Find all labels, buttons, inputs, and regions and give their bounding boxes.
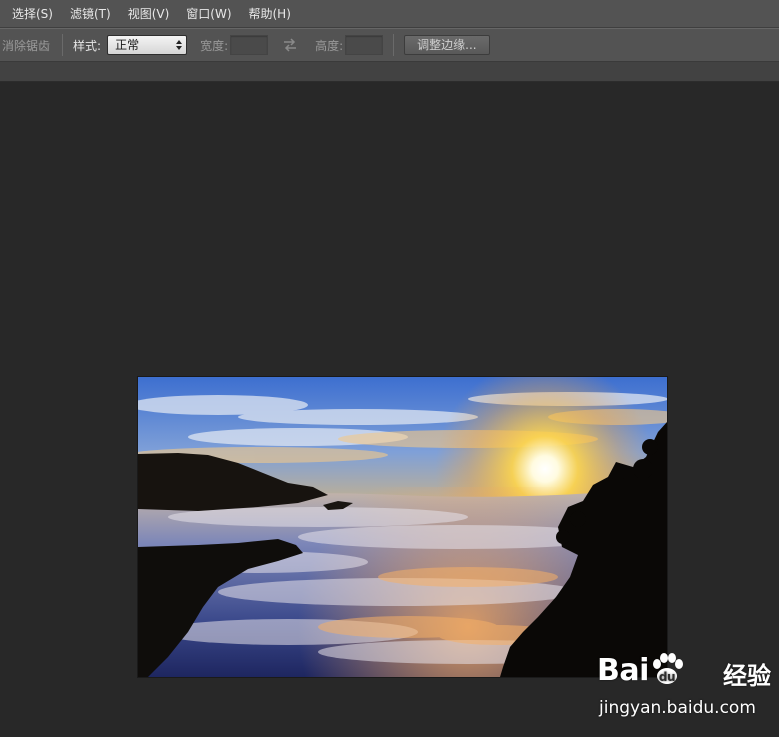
menu-filter[interactable]: 滤镜(T)	[70, 5, 111, 22]
jingyan-url: jingyan.baidu.com	[599, 698, 756, 718]
style-label: 样式:	[73, 38, 102, 53]
options-bar: 消除锯齿 样式: 正常 宽度: 高度: 调整边缘...	[0, 28, 779, 62]
menu-help[interactable]: 帮助(H)	[249, 5, 291, 22]
antialias-checkbox-label[interactable]: 消除锯齿	[2, 37, 50, 54]
sunrise-clouds-image	[138, 377, 667, 677]
select-arrows-icon	[176, 40, 183, 50]
style-select-value: 正常	[115, 38, 140, 52]
document-tab-strip	[0, 62, 779, 82]
swap-arrows-icon[interactable]	[282, 38, 298, 52]
height-label: 高度:	[315, 38, 344, 53]
menu-bar: 选择(S) 滤镜(T) 视图(V) 窗口(W) 帮助(H)	[0, 0, 779, 28]
refine-edge-button[interactable]: 调整边缘...	[404, 35, 490, 55]
options-divider	[393, 34, 395, 56]
width-input[interactable]	[230, 35, 269, 55]
jingyan-label: 经验	[723, 662, 771, 690]
svg-text:du: du	[659, 670, 675, 684]
menu-select[interactable]: 选择(S)	[12, 5, 53, 22]
baidu-logo: Bai du	[597, 652, 685, 688]
canvas-image[interactable]	[138, 377, 667, 677]
menu-view[interactable]: 视图(V)	[128, 5, 170, 22]
baidu-paw-icon: du	[652, 653, 683, 684]
menu-window[interactable]: 窗口(W)	[186, 5, 231, 22]
options-divider	[62, 34, 64, 56]
width-label: 宽度:	[200, 38, 229, 53]
baidu-jingyan-watermark: Bai du 经验 jingyan.baidu.com	[595, 652, 775, 724]
height-input[interactable]	[345, 35, 384, 55]
style-select[interactable]: 正常	[107, 35, 188, 55]
